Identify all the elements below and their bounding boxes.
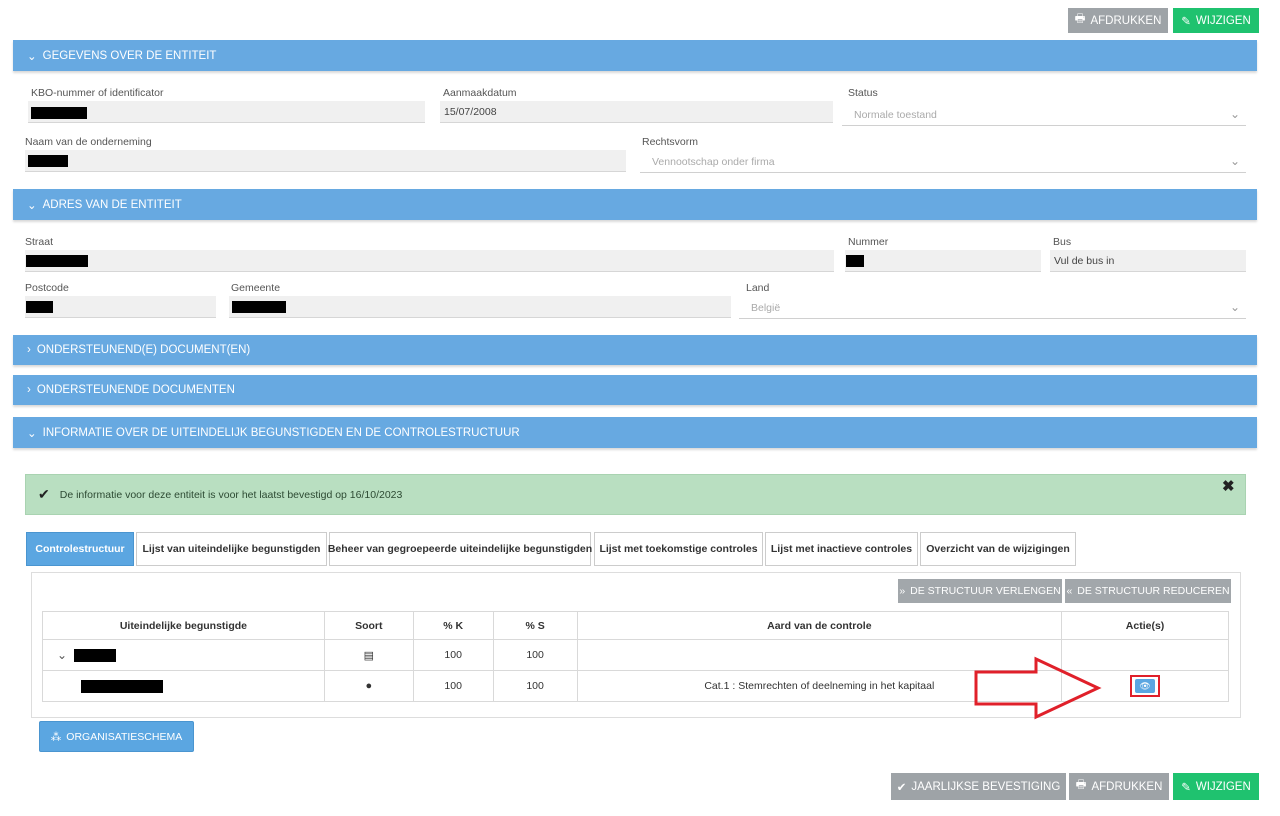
panel-supporting-docs[interactable]: › ONDERSTEUNENDE DOCUMENTEN <box>13 375 1257 405</box>
ubo-cell <box>42 670 325 702</box>
street-label: Straat <box>25 236 54 248</box>
pencil-icon: ✎ <box>1181 15 1191 28</box>
status-label: Status <box>848 87 878 99</box>
sitemap-icon: ⁂ <box>50 730 62 743</box>
checkmark-icon: ✔ <box>896 781 907 794</box>
s-cell: 100 <box>492 670 578 702</box>
pencil-icon: ✎ <box>1181 781 1191 794</box>
chevron-down-icon: ⌄ <box>27 427 37 440</box>
country-select[interactable]: België ⌄ <box>739 297 1246 319</box>
street-field[interactable] <box>25 250 834 272</box>
chevron-right-icon: › <box>27 384 31 396</box>
col-header-ubo: Uiteindelijke begunstigde <box>42 611 325 640</box>
org-chart-button[interactable]: ⁂ ORGANISATIESCHEMA <box>39 721 194 752</box>
col-header-k: % K <box>412 611 494 640</box>
confirmation-alert: ✔ De informatie voor deze entiteit is vo… <box>25 474 1246 515</box>
view-button-highlight: 👁 <box>1130 675 1161 697</box>
panel-supporting-doc[interactable]: › ONDERSTEUNEND(E) DOCUMENT(EN) <box>13 335 1257 365</box>
date-label: Aanmaakdatum <box>443 87 517 99</box>
arrow-annotation-icon <box>974 656 1102 720</box>
postcode-label: Postcode <box>25 282 69 294</box>
kbo-field[interactable] <box>28 101 425 123</box>
expand-structure-button[interactable]: » DE STRUCTUUR VERLENGEN <box>898 579 1062 603</box>
tab-changes-overview[interactable]: Overzicht van de wijzigingen <box>920 532 1076 566</box>
chevron-down-icon: ⌄ <box>1229 300 1240 314</box>
status-select[interactable]: Normale toestand ⌄ <box>842 104 1246 126</box>
redacted-block <box>232 301 286 313</box>
ubo-cell: ⌄ <box>42 639 325 671</box>
country-label: Land <box>746 282 770 294</box>
panel-ubo-info[interactable]: ⌄ INFORMATIE OVER DE UITEINDELIJK BEGUNST… <box>13 417 1257 448</box>
date-field[interactable]: 15/07/2008 <box>440 101 833 123</box>
tab-grouped-ubo[interactable]: Beheer van gegroepeerde uiteindelijke be… <box>328 532 592 566</box>
k-cell: 100 <box>412 639 494 671</box>
number-label: Nummer <box>848 236 889 248</box>
double-chevron-up-icon: « <box>1066 585 1073 597</box>
redacted-block <box>31 107 87 119</box>
redacted-block <box>73 649 116 663</box>
postcode-field[interactable] <box>25 296 216 318</box>
panel-entity[interactable]: ⌄ GEGEVENS OVER DE ENTITEIT <box>13 40 1257 71</box>
redacted-block <box>26 255 88 267</box>
chevron-down-icon: ⌄ <box>27 50 37 63</box>
building-icon: ▤ <box>323 639 414 671</box>
edit-button-bottom[interactable]: ✎ WIJZIGEN <box>1173 773 1259 800</box>
checkmark-icon: ✔ <box>38 486 50 502</box>
col-header-actions: Actie(s) <box>1061 611 1229 640</box>
printer-icon: 🖶 <box>1074 13 1086 25</box>
person-icon: ● <box>323 670 414 702</box>
k-cell: 100 <box>412 670 494 702</box>
chevron-down-icon[interactable]: ⌄ <box>57 648 67 662</box>
tab-inactive-controls[interactable]: Lijst met inactieve controles <box>765 532 918 566</box>
redacted-block <box>28 155 68 167</box>
close-icon[interactable]: ✖ <box>1222 477 1235 495</box>
eye-icon[interactable]: 👁 <box>1135 679 1156 693</box>
chevron-down-icon: ⌄ <box>1229 154 1240 168</box>
chevron-down-icon: ⌄ <box>27 199 37 212</box>
table-header-row: Uiteindelijke begunstigde Soort % K % S … <box>42 611 1229 640</box>
edit-button-top[interactable]: ✎ WIJZIGEN <box>1173 8 1259 33</box>
bus-label: Bus <box>1053 236 1072 248</box>
print-button-bottom[interactable]: 🖶 AFDRUKKEN <box>1069 773 1169 800</box>
municipality-field[interactable] <box>229 296 731 318</box>
kbo-label: KBO-nummer of identificator <box>31 87 164 99</box>
legal-form-label: Rechtsvorm <box>642 136 699 148</box>
reduce-structure-button[interactable]: «DE STRUCTUUR REDUCEREN <box>1065 579 1231 603</box>
tab-control-structure[interactable]: Controlestructuur <box>26 532 134 566</box>
double-chevron-down-icon: » <box>899 585 906 597</box>
col-header-control: Aard van de controle <box>576 611 1063 640</box>
s-cell: 100 <box>492 639 578 671</box>
redacted-block <box>26 301 53 313</box>
redacted-block <box>846 255 864 267</box>
company-name-label: Naam van de onderneming <box>25 136 152 148</box>
panel-address[interactable]: ⌄ ADRES VAN DE ENTITEIT <box>13 189 1257 220</box>
redacted-block <box>81 679 163 693</box>
col-header-s: % S <box>492 611 578 640</box>
col-header-type: Soort <box>323 611 414 640</box>
chevron-right-icon: › <box>27 344 31 356</box>
company-name-field[interactable] <box>25 150 626 172</box>
tab-future-controls[interactable]: Lijst met toekomstige controles <box>594 532 763 566</box>
tab-ubo-list[interactable]: Lijst van uiteindelijke begunstigden <box>136 532 327 566</box>
municipality-label: Gemeente <box>231 282 281 294</box>
legal-form-select[interactable]: Vennootschap onder firma ⌄ <box>640 151 1246 173</box>
bus-field[interactable]: Vul de bus in <box>1050 250 1246 272</box>
chevron-down-icon: ⌄ <box>1229 107 1240 121</box>
annual-confirmation-button[interactable]: ✔ JAARLIJKSE BEVESTIGING <box>891 773 1066 800</box>
print-button-top[interactable]: 🖶 AFDRUKKEN <box>1068 8 1168 33</box>
printer-icon: 🖶 <box>1075 779 1087 791</box>
number-field[interactable] <box>845 250 1041 272</box>
